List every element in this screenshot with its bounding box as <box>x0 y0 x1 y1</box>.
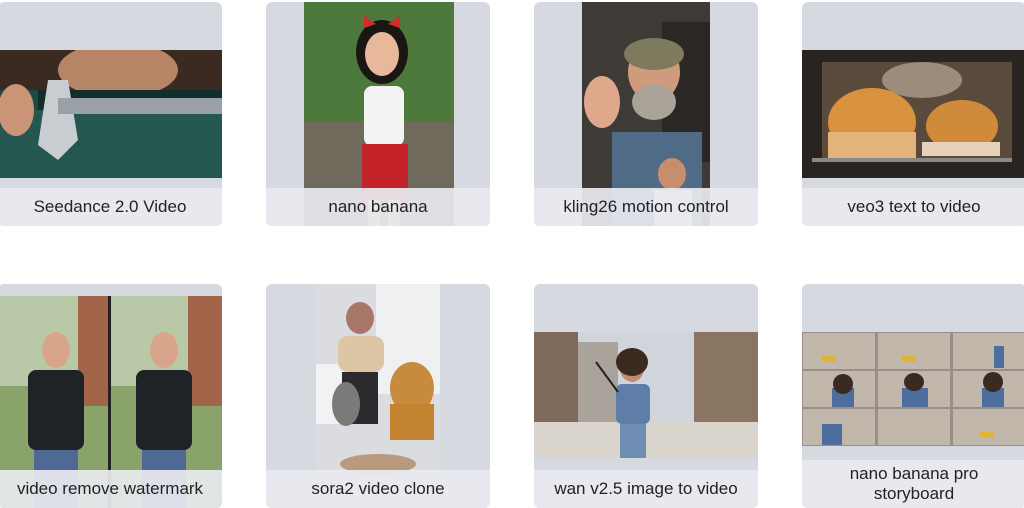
model-card-video-remove-watermark[interactable]: video remove watermark <box>0 284 222 508</box>
model-card-sora2-video-clone[interactable]: sora2 video clone <box>266 284 490 508</box>
card-title: Seedance 2.0 Video <box>0 188 222 226</box>
model-card-nano-banana[interactable]: nano banana <box>266 2 490 226</box>
model-card-nano-banana-pro-storyboard[interactable]: nano banana pro storyboard <box>802 284 1024 508</box>
model-card-kling26-motion-control[interactable]: kling26 motion control <box>534 2 758 226</box>
card-title: sora2 video clone <box>266 470 490 508</box>
thumbnail-image <box>534 332 758 458</box>
card-title: video remove watermark <box>0 470 222 508</box>
card-title: nano banana <box>266 188 490 226</box>
model-card-seedance[interactable]: Seedance 2.0 Video <box>0 2 222 226</box>
thumbnail-image <box>0 50 222 178</box>
thumbnail-image <box>802 332 1024 446</box>
thumbnail-image <box>802 50 1024 178</box>
card-title: nano banana pro storyboard <box>802 460 1024 508</box>
card-title: kling26 motion control <box>534 188 758 226</box>
model-card-veo3-text-to-video[interactable]: veo3 text to video <box>802 2 1024 226</box>
card-title: wan v2.5 image to video <box>534 470 758 508</box>
model-card-wan-v25-image-to-video[interactable]: wan v2.5 image to video <box>534 284 758 508</box>
card-title: veo3 text to video <box>802 188 1024 226</box>
